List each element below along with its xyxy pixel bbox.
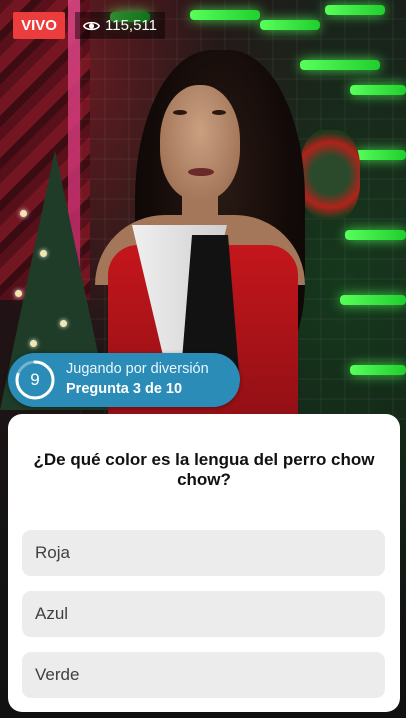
tree-light — [20, 210, 27, 217]
answer-option-label: Verde — [35, 665, 80, 684]
neon-light — [190, 10, 260, 20]
neon-light — [260, 20, 320, 30]
question-text: ¿De qué color es la lengua del perro cho… — [33, 450, 375, 489]
timer-number: 9 — [30, 370, 40, 389]
question-progress-label: Pregunta 3 de 10 — [66, 381, 183, 397]
viewer-count: 115,511 — [75, 12, 165, 39]
presenter-eye — [212, 110, 226, 115]
answer-option-roja[interactable]: Roja — [22, 530, 385, 576]
neon-light — [350, 365, 406, 375]
eye-icon — [83, 21, 100, 30]
live-badge: VIVO — [13, 12, 65, 39]
mode-label: Jugando por diversión — [66, 361, 209, 377]
neon-light — [350, 85, 406, 95]
presenter-face — [160, 85, 240, 200]
answer-option-label: Azul — [35, 604, 69, 623]
neon-light — [325, 5, 385, 15]
neon-light — [345, 230, 406, 240]
presenter-mouth — [188, 168, 214, 176]
question-progress-pill: 9 Jugando por diversión Pregunta 3 de 10 — [8, 353, 240, 407]
viewer-count-value: 115,511 — [105, 17, 157, 34]
answer-option-label: Roja — [35, 543, 70, 562]
question-card: ¿De qué color es la lengua del perro cho… — [8, 414, 400, 712]
answer-option-azul[interactable]: Azul — [22, 591, 385, 637]
tree-light — [30, 340, 37, 347]
presenter-eye — [173, 110, 187, 115]
neon-light — [355, 150, 406, 160]
answer-option-verde[interactable]: Verde — [22, 652, 385, 698]
tree-light — [15, 290, 22, 297]
